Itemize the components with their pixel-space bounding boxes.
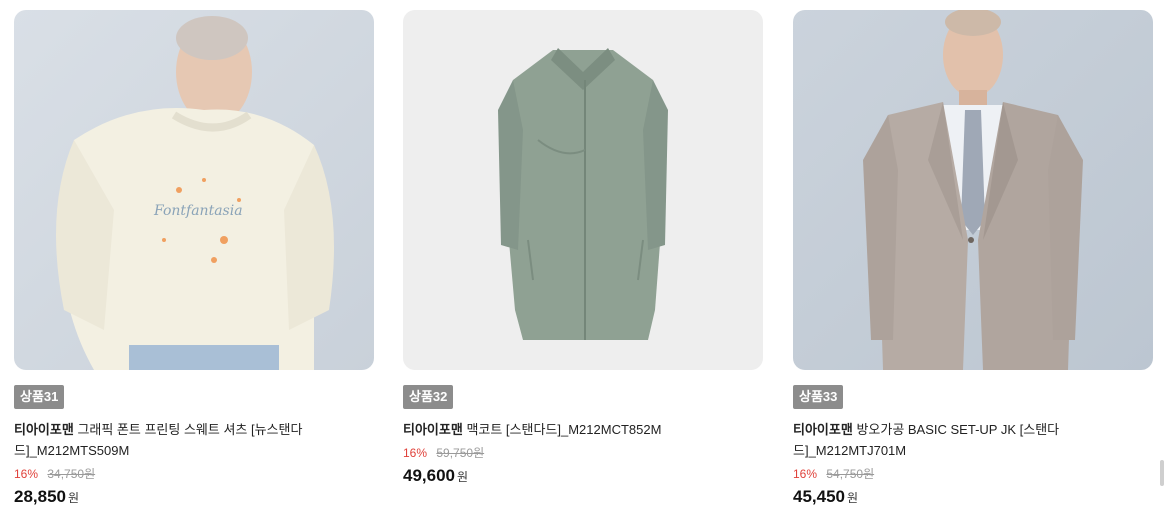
product-title[interactable]: 티아이포맨 방오가공 BASIC SET-UP JK [스탠다드]_M212MT…	[793, 419, 1103, 461]
product-card[interactable]: 상품32 티아이포맨 맥코트 [스탠다드]_M212MCT852M 16% 59…	[403, 10, 763, 485]
product-title[interactable]: 티아이포맨 그래픽 폰트 프린팅 스웨트 셔츠 [뉴스탠다드]_M212MTS5…	[14, 419, 324, 461]
currency-unit: 원	[68, 491, 80, 505]
original-price: 34,750원	[47, 467, 96, 481]
currency-unit: 원	[457, 470, 469, 484]
final-price-value: 28,850	[14, 487, 66, 506]
product-grid: Fontfantasia 상품31 티아이포맨 그래픽 폰트 프린팅 스웨트 셔…	[0, 0, 1164, 519]
original-price: 54,750원	[826, 467, 875, 481]
currency-unit: 원	[847, 491, 859, 505]
product-brand: 티아이포맨	[14, 422, 74, 437]
coat-product-photo	[403, 10, 763, 370]
product-title[interactable]: 티아이포맨 맥코트 [스탠다드]_M212MCT852M	[403, 419, 713, 440]
final-price: 28,850 원	[14, 486, 79, 509]
suit-model-photo	[793, 10, 1153, 370]
price-discount-row: 16% 59,750원	[403, 445, 484, 461]
product-number-badge: 상품31	[14, 385, 65, 409]
product-number-badge: 상품32	[403, 385, 454, 409]
product-name: 맥코트 [스탠다드]_M212MCT852M	[466, 422, 662, 437]
product-card[interactable]: Fontfantasia 상품31 티아이포맨 그래픽 폰트 프린팅 스웨트 셔…	[14, 10, 374, 506]
sweatshirt-model-photo: Fontfantasia	[14, 10, 374, 370]
product-image-link[interactable]	[793, 10, 1153, 370]
product-brand: 티아이포맨	[403, 422, 463, 437]
product-card[interactable]: 상품33 티아이포맨 방오가공 BASIC SET-UP JK [스탠다드]_M…	[793, 10, 1153, 506]
original-price: 59,750원	[436, 446, 485, 460]
discount-rate: 16%	[793, 467, 818, 481]
final-price: 49,600 원	[403, 465, 468, 488]
final-price-value: 45,450	[793, 487, 845, 506]
product-brand: 티아이포맨	[793, 422, 853, 437]
final-price-value: 49,600	[403, 466, 455, 485]
final-price: 45,450 원	[793, 486, 858, 509]
product-image-link[interactable]: Fontfantasia	[14, 10, 374, 370]
price-discount-row: 16% 54,750원	[793, 466, 874, 482]
svg-text:Fontfantasia: Fontfantasia	[153, 203, 243, 219]
price-discount-row: 16% 34,750원	[14, 466, 95, 482]
product-image-link[interactable]	[403, 10, 763, 370]
scrollbar-thumb[interactable]	[1160, 460, 1164, 486]
discount-rate: 16%	[14, 467, 39, 481]
product-number-badge: 상품33	[793, 385, 844, 409]
discount-rate: 16%	[403, 446, 428, 460]
